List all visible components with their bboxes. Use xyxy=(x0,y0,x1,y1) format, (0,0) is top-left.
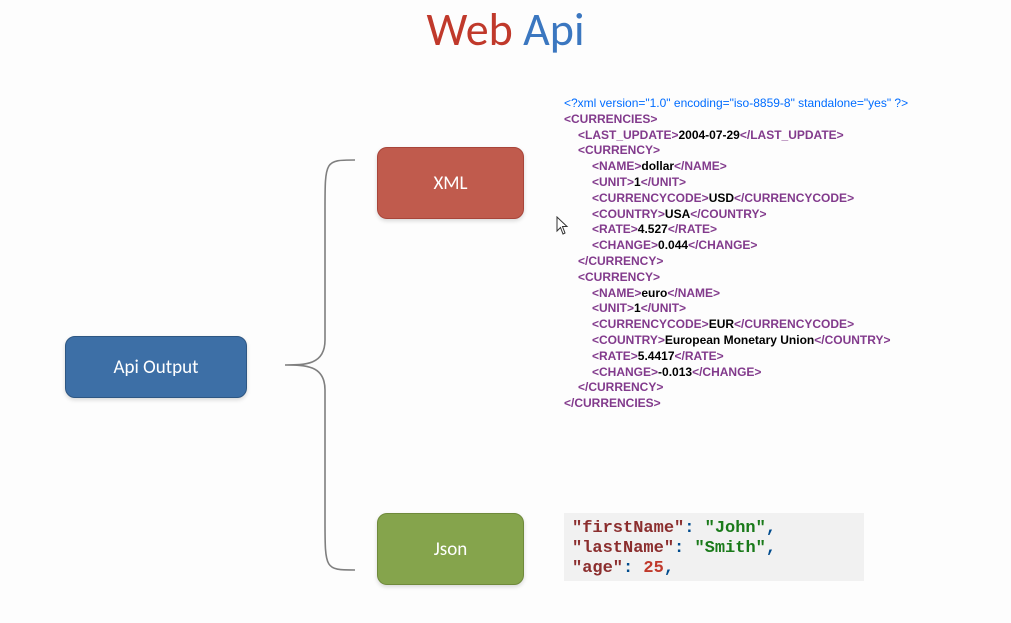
json-box: Json xyxy=(377,513,524,585)
title-api: Api xyxy=(523,2,584,58)
brace-connector xyxy=(265,150,365,580)
title-web: Web xyxy=(426,2,512,58)
page-title: Web Api xyxy=(0,2,1011,58)
xml-root-close: </CURRENCIES> xyxy=(564,396,661,410)
xml-label: XML xyxy=(433,172,467,195)
api-output-label: Api Output xyxy=(114,356,199,379)
xml-box: XML xyxy=(377,147,524,219)
api-output-box: Api Output xyxy=(65,336,247,398)
xml-root-open: <CURRENCIES> xyxy=(564,112,657,126)
xml-code-block: <?xml version="1.0" encoding="iso-8859-8… xyxy=(564,96,908,412)
json-label: Json xyxy=(434,538,468,561)
xml-pi: <?xml version="1.0" encoding="iso-8859-8… xyxy=(564,96,908,110)
json-code-block: "firstName": "John", "lastName": "Smith"… xyxy=(564,513,864,581)
